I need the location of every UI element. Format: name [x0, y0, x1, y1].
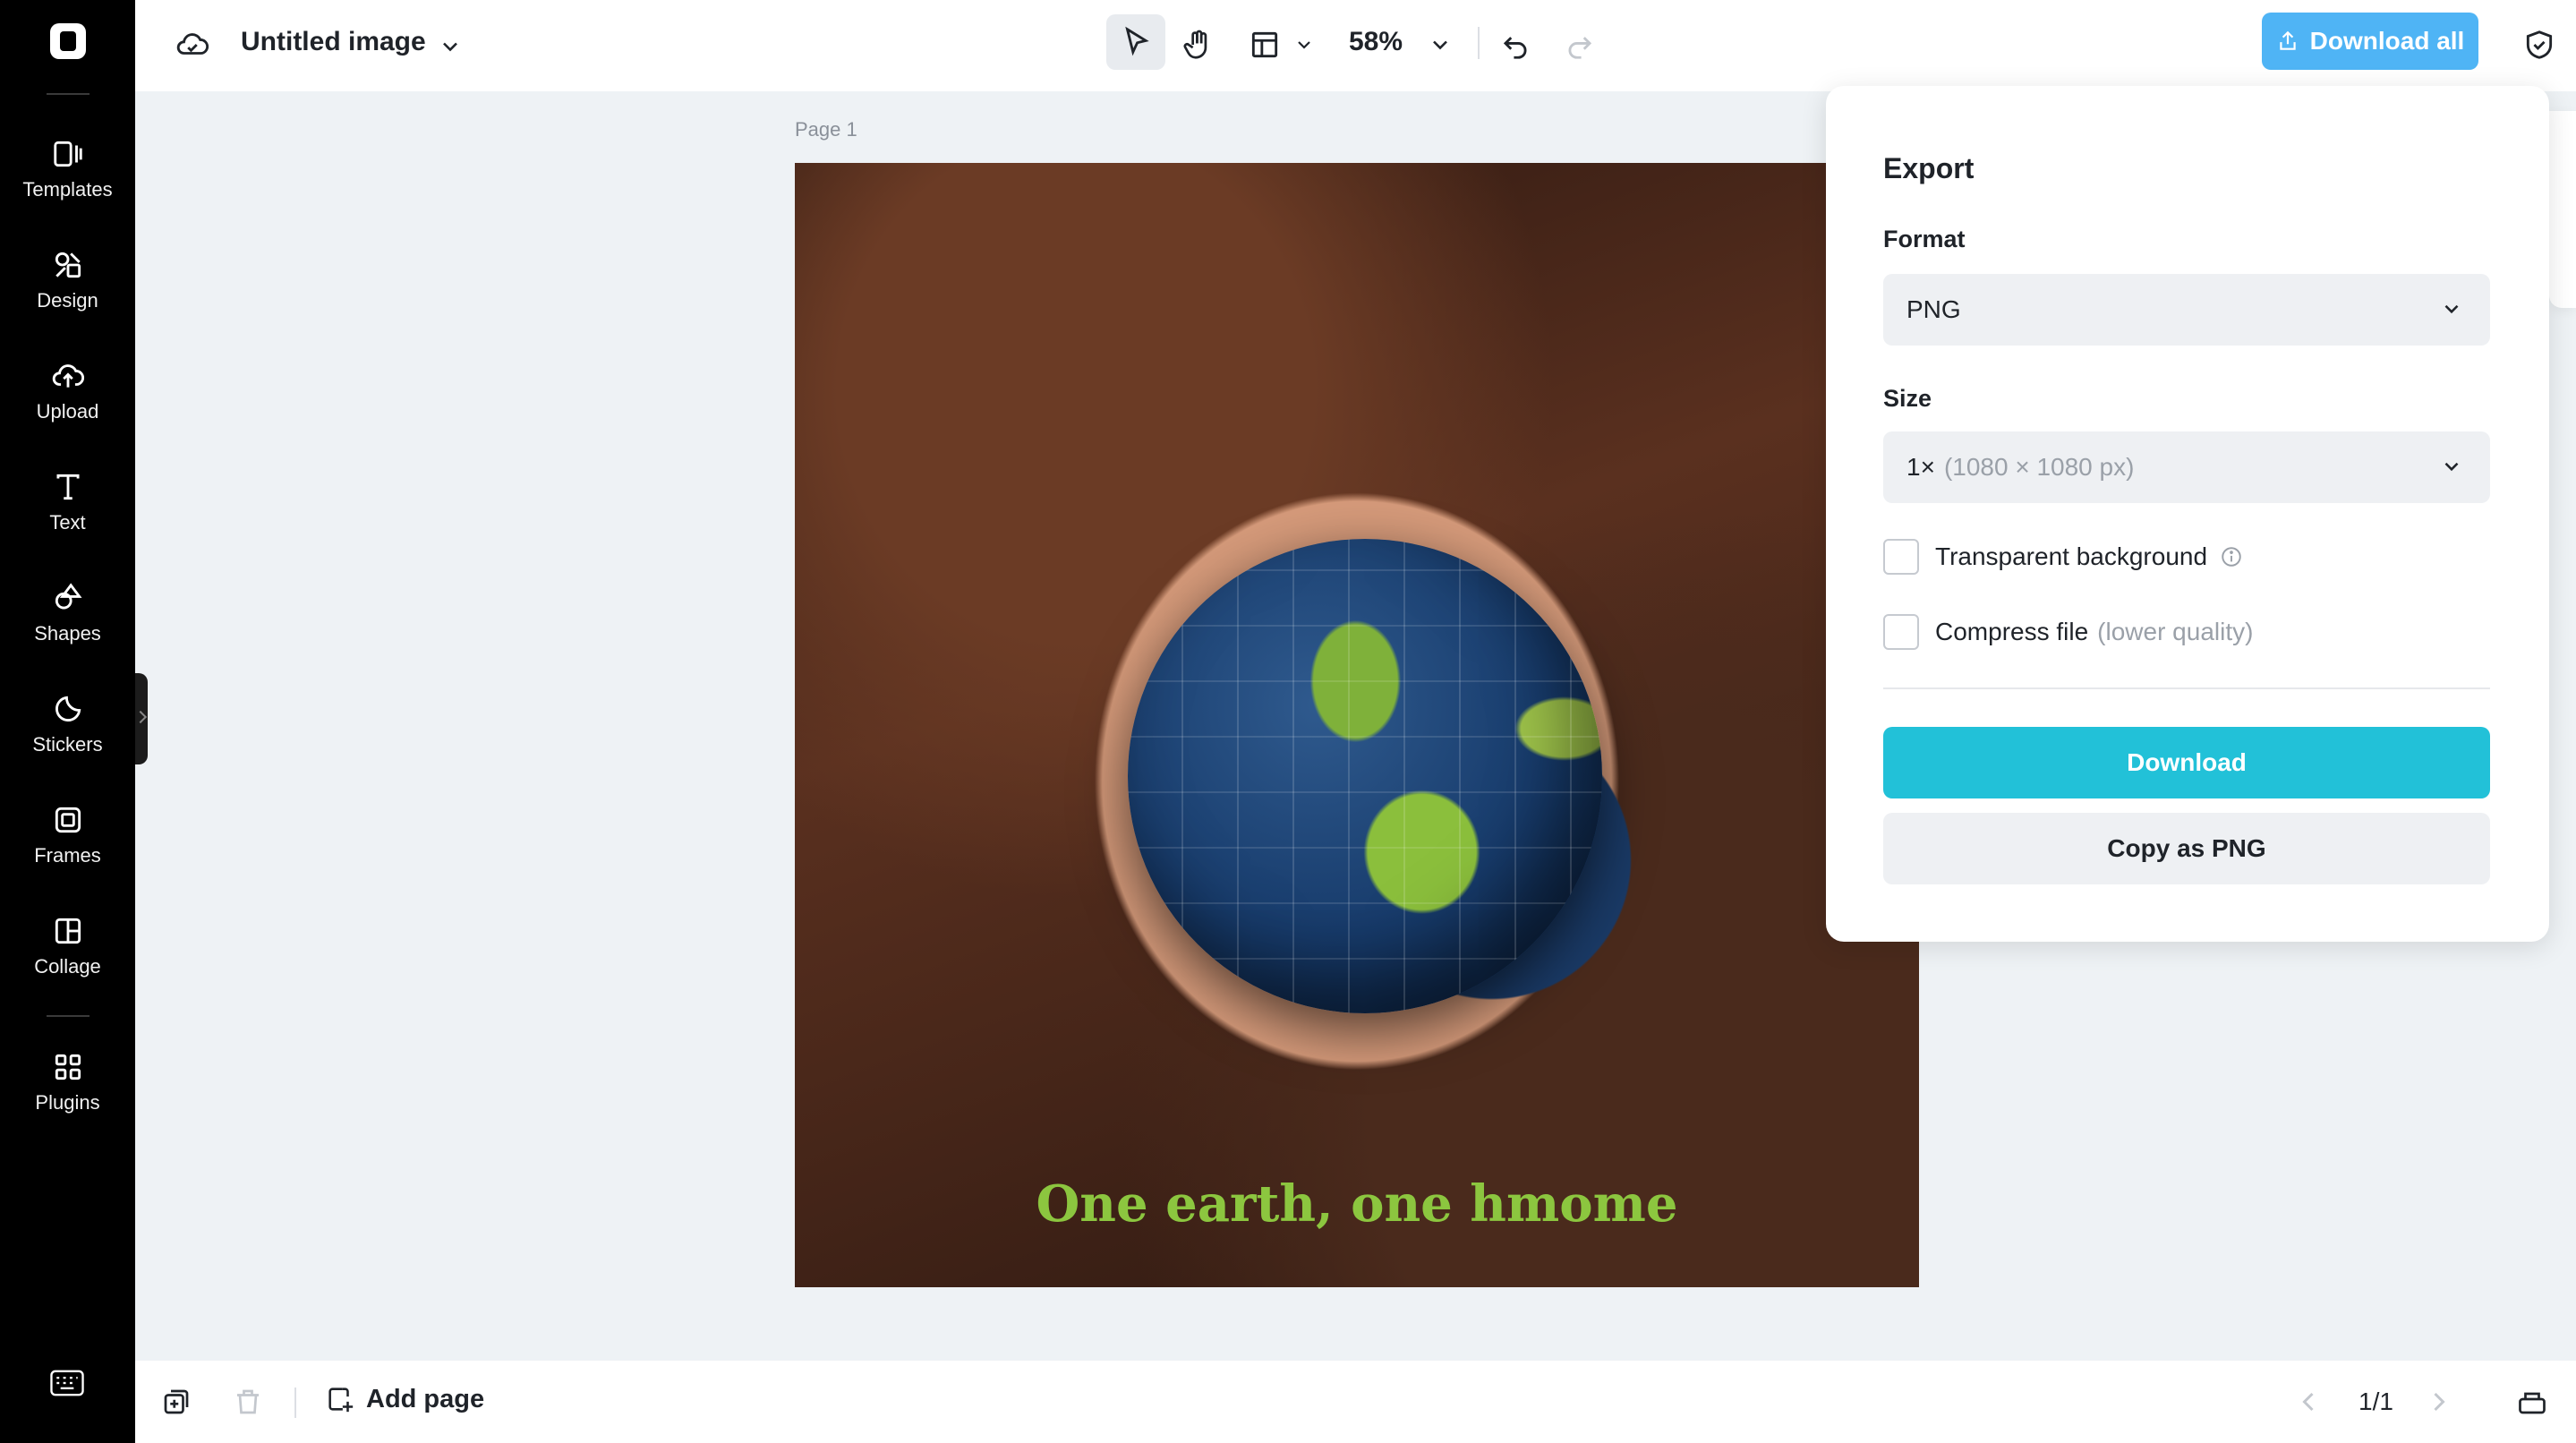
chevron-down-icon [1298, 41, 1310, 49]
delete-page-icon[interactable] [232, 1386, 264, 1418]
layout-icon [1251, 31, 1278, 58]
app-logo-icon[interactable] [50, 23, 86, 59]
sidebar-item-label: Shapes [34, 622, 101, 645]
add-page-icon [328, 1388, 354, 1413]
document-title[interactable]: Untitled image [241, 27, 426, 57]
export-heading: Export [1883, 152, 1975, 184]
frames-icon [55, 807, 81, 833]
compress-file-label: Compress file [1935, 618, 2089, 645]
size-value: 1× [1906, 453, 1935, 481]
bottom-toolbar: Add page 1/1 [135, 1361, 2576, 1443]
sidebar-item-label: Text [49, 511, 86, 534]
zoom-level[interactable]: 58% [1349, 27, 1403, 57]
chevron-down-icon [1433, 40, 1447, 50]
shield-check-icon [2526, 30, 2553, 59]
panel-divider [1883, 687, 2490, 689]
add-page-button[interactable]: Add page [325, 1384, 484, 1414]
chevron-down-icon [443, 42, 457, 52]
chevron-down-icon [2444, 462, 2459, 472]
canvas-image[interactable]: One earth, one hmome [795, 163, 1919, 1287]
size-label: Size [1883, 385, 1932, 412]
zoom-dropdown-button[interactable] [1420, 25, 1460, 64]
sidebar-item-templates[interactable]: Templates [0, 120, 135, 218]
sidebar-item-label: Design [37, 289, 98, 312]
select-tool-button[interactable] [1106, 14, 1165, 70]
format-value: PNG [1906, 295, 1961, 323]
plugins-icon [55, 1054, 81, 1080]
panel-backdrop-edge [2549, 111, 2576, 308]
share-upload-icon [2279, 30, 2296, 50]
globe-in-hands-photo [1128, 539, 1602, 1013]
sidebar-item-shapes[interactable]: Shapes [0, 564, 135, 662]
size-select[interactable]: 1× (1080 × 1080 px) [1883, 431, 2490, 503]
page-manager-icon[interactable] [2516, 1386, 2548, 1418]
shapes-icon [55, 583, 82, 610]
sidebar-item-label: Collage [34, 955, 101, 978]
left-sidebar: Templates Design Upload Text Shapes Stic… [0, 0, 135, 1443]
download-all-label: Download all [2309, 27, 2465, 55]
sidebar-item-stickers[interactable]: Stickers [0, 675, 135, 773]
upload-icon [52, 364, 84, 388]
sidebar-item-label: Upload [36, 400, 99, 423]
previous-page-icon[interactable] [2292, 1386, 2324, 1418]
redo-button[interactable] [1560, 25, 1599, 64]
duplicate-page-icon[interactable] [160, 1386, 192, 1418]
sidebar-divider [47, 1015, 90, 1017]
export-panel: Export Format PNG Size 1× (1080 × 1080 p… [1826, 86, 2549, 942]
transparent-background-label: Transparent background [1935, 542, 2208, 570]
design-icon [55, 252, 81, 278]
canvas-text-element[interactable]: One earth, one hmome [795, 1174, 1919, 1234]
format-label: Format [1883, 226, 1966, 252]
transparent-background-checkbox[interactable] [1883, 539, 1919, 575]
sidebar-item-upload[interactable]: Upload [0, 342, 135, 440]
sidebar-item-design[interactable]: Design [0, 231, 135, 329]
compress-file-option[interactable]: Compress file (lower quality) [1883, 614, 2253, 650]
sidebar-item-text[interactable]: Text [0, 453, 135, 551]
undo-button[interactable] [1496, 25, 1535, 64]
cloud-save-button[interactable] [173, 25, 212, 64]
hand-icon [1183, 30, 1207, 59]
sidebar-item-label: Templates [22, 178, 113, 201]
compress-file-checkbox[interactable] [1883, 614, 1919, 650]
hand-tool-button[interactable] [1179, 25, 1218, 64]
download-all-button[interactable]: Download all [2262, 13, 2478, 70]
title-menu-button[interactable] [431, 27, 470, 66]
download-button[interactable]: Download [1883, 727, 2490, 798]
compress-file-detail: (lower quality) [2097, 618, 2254, 645]
security-button[interactable] [2520, 25, 2559, 64]
format-select[interactable]: PNG [1883, 274, 2490, 346]
sidebar-divider [47, 93, 90, 95]
sidebar-item-label: Frames [34, 844, 101, 867]
keyboard-shortcuts-icon[interactable] [50, 1370, 84, 1396]
undo-icon [1503, 37, 1527, 59]
add-page-label: Add page [366, 1384, 485, 1413]
stickers-icon [55, 696, 81, 722]
size-detail: (1080 × 1080 px) [1943, 453, 2135, 481]
pointer-icon [1125, 26, 1149, 56]
sidebar-item-collage[interactable]: Collage [0, 897, 135, 995]
top-toolbar: Untitled image 58% Download all [135, 0, 2576, 91]
layout-dropdown-button[interactable] [1284, 25, 1324, 64]
chevron-down-icon [2444, 304, 2459, 314]
sidebar-item-label: Plugins [35, 1091, 100, 1114]
info-icon[interactable] [2220, 545, 2243, 568]
toolbar-divider [1478, 27, 1480, 59]
text-icon [55, 474, 80, 500]
sidebar-collapse-handle[interactable] [135, 673, 148, 764]
transparent-background-option[interactable]: Transparent background [1883, 539, 2243, 575]
sidebar-item-label: Stickers [32, 733, 103, 756]
toolbar-divider [294, 1388, 296, 1418]
copy-as-png-button[interactable]: Copy as PNG [1883, 813, 2490, 884]
sidebar-item-plugins[interactable]: Plugins [0, 1033, 135, 1131]
next-page-icon[interactable] [2423, 1386, 2455, 1418]
layout-button[interactable] [1245, 25, 1284, 64]
page-counter: 1/1 [2358, 1388, 2393, 1415]
sidebar-item-frames[interactable]: Frames [0, 786, 135, 884]
templates-icon [53, 141, 82, 167]
collage-icon [55, 918, 81, 944]
page-label: Page 1 [795, 118, 857, 141]
redo-icon [1568, 37, 1592, 59]
cloud-sync-icon [176, 33, 209, 55]
